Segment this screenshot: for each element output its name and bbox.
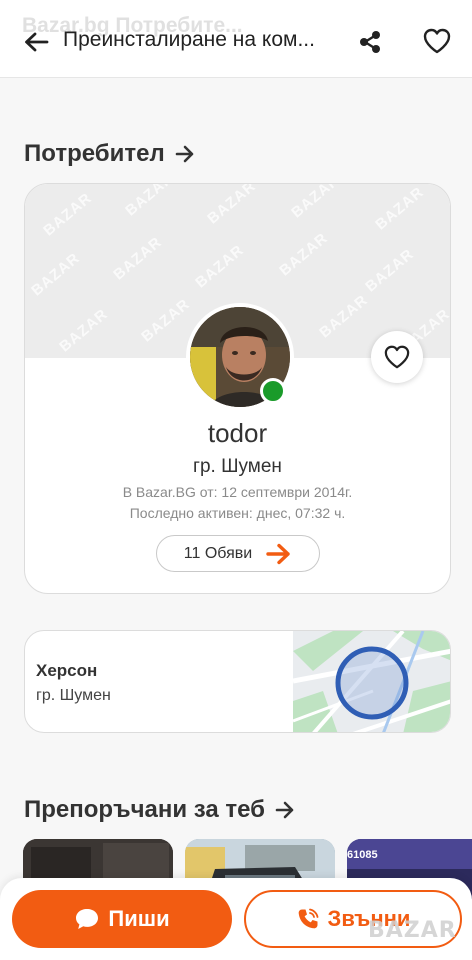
banner-watermark: BAZAR bbox=[204, 184, 260, 228]
banner-watermark: BAZAR bbox=[28, 249, 84, 300]
online-status-dot bbox=[260, 378, 286, 404]
screen: Bazar.bg Потребите... Преинсталиране на … bbox=[0, 0, 472, 960]
recommended-section-link[interactable]: Препоръчани за теб bbox=[24, 796, 295, 824]
location-city: гр. Шумен bbox=[36, 687, 111, 704]
banner-watermark: BAZAR bbox=[138, 295, 194, 346]
heart-outline-icon bbox=[423, 28, 451, 54]
bazar-logo-watermark: BAZAR bbox=[368, 918, 457, 943]
heart-outline-icon bbox=[384, 345, 410, 369]
banner-watermark: BAZAR bbox=[56, 305, 112, 356]
follow-user-button[interactable] bbox=[371, 331, 423, 383]
location-name: Херсон bbox=[36, 661, 98, 680]
arrow-left-icon bbox=[25, 32, 49, 52]
favorite-button[interactable] bbox=[418, 22, 456, 60]
top-bar: Bazar.bg Потребите... Преинсталиране на … bbox=[0, 0, 472, 78]
banner-watermark: BAZAR bbox=[362, 245, 418, 296]
arrow-right-icon bbox=[266, 543, 290, 564]
chat-bubble-icon bbox=[76, 909, 99, 929]
map-thumbnail bbox=[293, 631, 450, 732]
user-section-link[interactable]: Потребител bbox=[24, 140, 195, 168]
banner-watermark: BAZAR bbox=[40, 189, 96, 240]
write-message-button[interactable]: Пиши bbox=[12, 890, 232, 948]
back-button[interactable] bbox=[18, 24, 54, 60]
user-section-heading: Потребител bbox=[24, 140, 165, 167]
user-ads-label: 11 Обяви bbox=[183, 544, 253, 562]
arrow-right-icon bbox=[275, 801, 294, 819]
banner-watermark: BAZAR bbox=[288, 184, 344, 222]
banner-watermark: BAZAR bbox=[316, 291, 372, 342]
banner-watermark: BAZAR bbox=[276, 229, 332, 280]
user-ads-button[interactable]: 11 Обяви bbox=[156, 535, 320, 572]
page-title: Преинсталиране на ком... bbox=[63, 28, 315, 51]
location-card[interactable]: Херсон гр. Шумен bbox=[24, 630, 451, 733]
phone-icon bbox=[298, 908, 318, 929]
banner-watermark: BAZAR bbox=[372, 184, 428, 234]
banner-watermark: BAZAR bbox=[110, 233, 166, 284]
banner-watermark: BAZAR bbox=[122, 184, 178, 220]
last-active: Последно активен: днес, 07:32 ч. bbox=[129, 505, 346, 521]
member-since: В Bazar.BG от: 12 септември 2014г. bbox=[122, 484, 353, 500]
user-card: BAZAR BAZAR BAZAR BAZAR BAZAR BAZAR BAZA… bbox=[24, 183, 451, 594]
user-name: todor bbox=[207, 418, 268, 448]
user-city: гр. Шумен bbox=[193, 456, 282, 477]
recommended-heading: Препоръчани за теб bbox=[24, 796, 266, 823]
recommended-item-code: 61085 bbox=[347, 849, 378, 861]
arrow-right-icon bbox=[175, 145, 193, 163]
write-message-label: Пиши bbox=[108, 906, 170, 931]
share-icon bbox=[360, 31, 380, 53]
banner-watermark: BAZAR bbox=[192, 241, 248, 292]
share-button[interactable] bbox=[352, 24, 388, 60]
